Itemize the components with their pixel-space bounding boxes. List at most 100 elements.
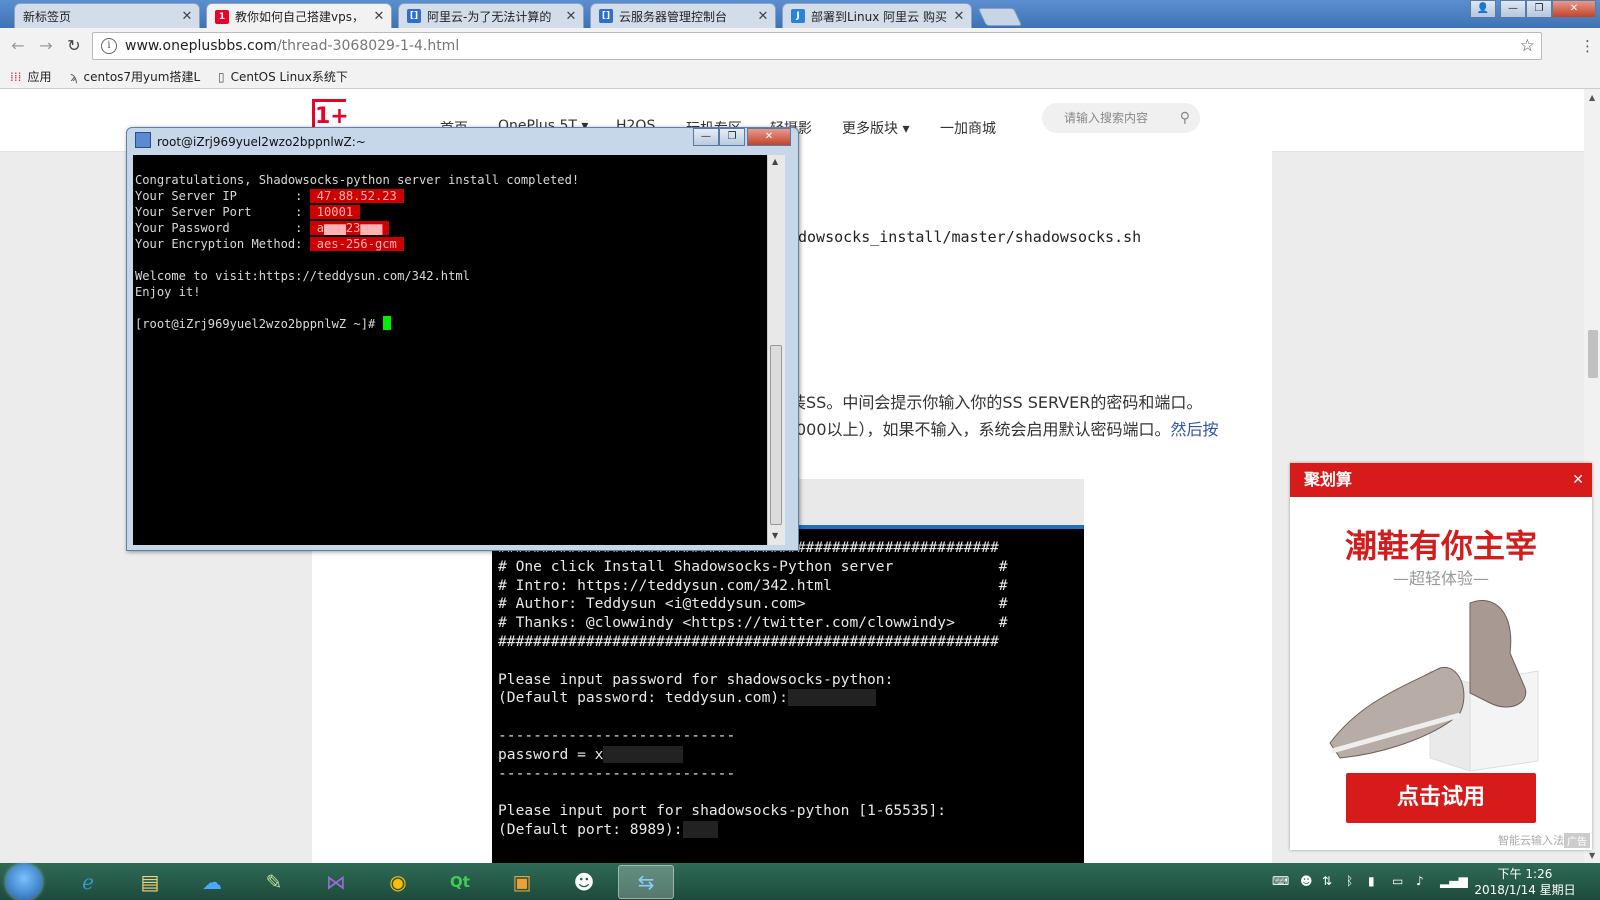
enjoy-line: Enjoy it! xyxy=(135,285,201,299)
url-host: www.oneplusbbs.com xyxy=(125,38,277,54)
network-tray-icon[interactable]: ⇅ xyxy=(1322,874,1332,888)
back-icon[interactable]: ← xyxy=(8,36,28,56)
clock-date: 2018/1/14 星期日 xyxy=(1474,883,1576,897)
window-close-button[interactable]: ✕ xyxy=(1552,0,1596,18)
page-scroll-thumb[interactable] xyxy=(1588,330,1598,378)
restore-button[interactable]: ❐ xyxy=(1526,0,1552,18)
scroll-down-icon[interactable]: ▼ xyxy=(772,531,778,540)
article-text: 000以上），如果不输入，系统会启用默认密码端口。 xyxy=(796,420,1171,439)
ime-label: 智能云输入法 xyxy=(1498,834,1564,847)
chrome-icon[interactable]: ◉ xyxy=(370,865,426,899)
bookmark-centos-yum[interactable]: ϡ centos7用yum搭建L xyxy=(70,68,200,85)
volume-icon[interactable]: ♪ xyxy=(1416,874,1424,888)
minimize-button[interactable]: — xyxy=(1500,0,1526,18)
bookmark-centos-linux[interactable]: ▯ CentOS Linux系统下 xyxy=(218,68,348,85)
aliyun-favicon-icon: [] xyxy=(599,9,613,23)
close-icon[interactable]: ✕ xyxy=(179,9,195,24)
ad-try-button[interactable]: 点击试用 xyxy=(1346,773,1536,823)
qq-icon[interactable]: ☻ xyxy=(556,865,612,899)
bookmark-star-icon[interactable]: ☆ xyxy=(1520,36,1535,56)
forward-icon[interactable]: → xyxy=(36,36,56,56)
putty-window[interactable]: root@iZrj969yuel2wzo2bppnlwZ:~ — ❐ ✕ Con… xyxy=(126,127,799,551)
putty-scroll-thumb[interactable] xyxy=(770,345,782,525)
article-paragraph-1: 装SS。中间会提示你输入你的SS SERVER的密码和端口。 xyxy=(790,393,1203,412)
keyboard-icon[interactable]: ⌨ xyxy=(1272,874,1289,888)
port-label: Your Server Port : xyxy=(135,205,310,219)
windows-taskbar: ℯ ▤ ☁ ✎ ⋈ ◉ Qt ▣ ☻ ⇆ ⌨ ☻ ⇅ ᛒ ▮ ▭ ♪ ▂▄▆ 下… xyxy=(0,863,1600,900)
search-icon[interactable]: ⚲ xyxy=(1180,103,1190,133)
bookmark-apps[interactable]: ⁞⁞⁞ 应用 xyxy=(10,68,51,85)
bookmarks-bar: ⁞⁞⁞ 应用 ϡ centos7用yum搭建L ▯ CentOS Linux系统… xyxy=(0,64,1600,89)
juhuasuan-ad[interactable]: 聚划算 ✕ 潮鞋有你主宰 —超轻体验— 点击试用 智能云输入法 广告 xyxy=(1290,463,1592,850)
article-link[interactable]: 然后按 xyxy=(1171,420,1219,439)
display-icon[interactable]: ▭ xyxy=(1392,874,1403,888)
putty-terminal[interactable]: Congratulations, Shadowsocks-python serv… xyxy=(133,155,767,545)
bookmark-label: 应用 xyxy=(27,70,52,84)
terminal-line: Please input port for shadowsocks-python… xyxy=(498,802,947,820)
chrome-menu-icon[interactable]: ⋮ xyxy=(1580,37,1595,55)
outlook-icon[interactable]: ▣ xyxy=(494,865,550,899)
ad-title: 潮鞋有你主宰 xyxy=(1344,527,1537,565)
sneaker-image xyxy=(1329,600,1539,772)
baidu-cloud-icon[interactable]: ☁ xyxy=(184,865,240,899)
system-clock[interactable]: 下午 1:26 2018/1/14 星期日 xyxy=(1470,866,1580,898)
user-profile-icon[interactable]: 👤 xyxy=(1470,0,1496,18)
bluetooth-icon[interactable]: ᛒ xyxy=(1346,874,1353,888)
terminal-line: # Author: Teddysun <i@teddysun.com> # xyxy=(498,595,1008,613)
bookmark-label: CentOS Linux系统下 xyxy=(230,70,348,84)
nav-more[interactable]: 更多版块 ▾ xyxy=(842,118,909,138)
encryption-method: aes-256-gcm xyxy=(309,237,404,251)
putty-close-button[interactable]: ✕ xyxy=(747,128,791,146)
putty-maximize-button[interactable]: ❐ xyxy=(719,128,745,146)
scroll-up-icon[interactable]: ▲ xyxy=(772,157,778,166)
tab-new-tab[interactable]: 新标签页 ✕ xyxy=(14,3,200,28)
battery-icon[interactable]: ▮ xyxy=(1368,874,1375,888)
new-tab-button[interactable] xyxy=(977,8,1023,26)
ad-header-label: 聚划算 xyxy=(1304,470,1353,489)
close-icon[interactable]: ✕ xyxy=(563,9,579,24)
signal-icon[interactable]: ▂▄▆ xyxy=(1440,874,1468,888)
reload-icon[interactable]: ↻ xyxy=(64,36,84,56)
close-icon[interactable]: ✕ xyxy=(371,9,387,24)
nav-store[interactable]: 一加商城 xyxy=(940,118,996,138)
visual-studio-icon[interactable]: ⋈ xyxy=(308,865,364,899)
close-icon[interactable]: ✕ xyxy=(951,9,967,24)
redacted-block xyxy=(682,820,718,838)
close-icon[interactable]: ✕ xyxy=(1572,463,1584,497)
terminal-line: Congratulations, Shadowsocks-python serv… xyxy=(135,173,580,187)
browser-toolbar: ← → ↻ i www.oneplusbbs.com/thread-306802… xyxy=(0,28,1600,64)
clock-time: 下午 1:26 xyxy=(1497,867,1553,881)
close-icon[interactable]: ✕ xyxy=(755,9,771,24)
scroll-up-icon[interactable]: ▲ xyxy=(1589,93,1595,102)
terminal-line: (Default password: teddysun.com): xyxy=(498,689,788,707)
tab-oneplus-thread[interactable]: 1 教你如何自己搭建vps， ✕ xyxy=(206,3,392,29)
j-favicon-icon: J xyxy=(791,9,805,23)
aliyun-favicon-icon: [] xyxy=(407,9,421,23)
address-bar[interactable]: i www.oneplusbbs.com/thread-3068029-1-4.… xyxy=(92,32,1542,60)
tab-aliyun-console[interactable]: [] 云服务器管理控制台 ✕ xyxy=(590,3,776,28)
explorer-icon[interactable]: ▤ xyxy=(122,865,178,899)
qt-icon[interactable]: Qt xyxy=(432,865,488,899)
qq-tray-icon[interactable]: ☻ xyxy=(1300,874,1313,888)
notepad-icon[interactable]: ✎ xyxy=(246,865,302,899)
info-icon[interactable]: i xyxy=(101,38,117,54)
tab-deploy-linux[interactable]: J 部署到Linux 阿里云 购买 ✕ xyxy=(782,3,972,28)
welcome-line: Welcome to visit:https://teddysun.com/34… xyxy=(135,269,470,283)
scroll-down-icon[interactable]: ▼ xyxy=(1589,851,1595,860)
putty-taskbar-icon[interactable]: ⇆ xyxy=(618,865,674,899)
tab-aliyun[interactable]: [] 阿里云-为了无法计算的 ✕ xyxy=(398,3,584,28)
shell-prompt: [root@iZrj969yuel2wzo2bppnlwZ ~]# xyxy=(135,317,383,331)
putty-minimize-button[interactable]: — xyxy=(693,128,719,146)
terminal-line: --------------------------- xyxy=(498,726,736,744)
ie-icon[interactable]: ℯ xyxy=(60,865,116,899)
site-search-input[interactable]: 请输入搜索内容 ⚲ xyxy=(1042,103,1200,133)
article-paragraph-2: 000以上），如果不输入，系统会启用默认密码端口。然后按 xyxy=(796,416,1219,440)
start-button[interactable] xyxy=(6,864,42,900)
browser-tab-strip: 新标签页 ✕ 1 教你如何自己搭建vps， ✕ [] 阿里云-为了无法计算的 ✕… xyxy=(0,0,1600,29)
putty-scrollbar[interactable]: ▲ ▼ xyxy=(767,155,785,545)
ad-tag: 广告 xyxy=(1564,833,1590,848)
tab-title: 教你如何自己搭建vps， xyxy=(235,10,364,24)
install-command: dowsocks_install/master/shadowsocks.sh xyxy=(798,228,1142,246)
putty-titlebar[interactable]: root@iZrj969yuel2wzo2bppnlwZ:~ xyxy=(135,132,366,149)
ad-header: 聚划算 ✕ xyxy=(1290,463,1592,497)
